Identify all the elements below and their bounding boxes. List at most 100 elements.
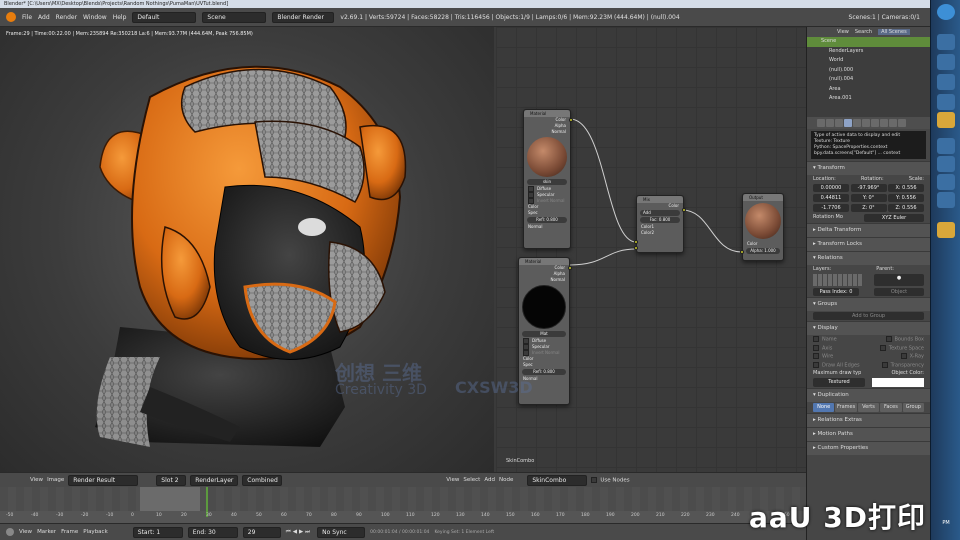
node-node-menu[interactable]: Node [499, 477, 513, 483]
output-node[interactable]: Output Color Alpha: 1.000 [740, 193, 784, 261]
playback-marker-menu[interactable]: Marker [37, 529, 56, 535]
sync-dropdown[interactable]: No Sync [317, 526, 366, 538]
image-menu[interactable]: Image [47, 477, 64, 483]
rotation-x-field[interactable]: -97.969° [850, 184, 887, 192]
image-view-menu[interactable]: View [30, 477, 43, 483]
playback-view-menu[interactable]: View [19, 529, 32, 535]
app-icon[interactable] [937, 192, 955, 208]
delta-transform-panel[interactable]: ▸ Delta Transform [807, 223, 930, 237]
layer-buttons[interactable] [813, 274, 863, 286]
render-tab-icon[interactable] [817, 119, 825, 127]
dupli-frames-button[interactable]: Frames [835, 403, 857, 412]
pass-dropdown[interactable]: Combined [242, 474, 283, 486]
menu-file[interactable]: File [22, 14, 32, 21]
clock-icon[interactable] [6, 528, 14, 536]
alpha-field[interactable]: Alpha: 1.000 [746, 248, 780, 254]
location-z-field[interactable]: -1.7706 [813, 204, 849, 212]
check-wire[interactable]: Wire [813, 353, 833, 360]
check-texture-space[interactable]: Texture Space [879, 344, 924, 351]
outliner-item-null004[interactable]: (null).004 [807, 75, 930, 85]
rotation-z-field[interactable]: Z: 0° [850, 204, 887, 212]
material-tab-icon[interactable] [880, 119, 888, 127]
rotation-y-field[interactable]: Y: 0° [850, 194, 887, 202]
layout-dropdown[interactable]: Default [132, 11, 197, 23]
dupli-faces-button[interactable]: Faces [880, 403, 902, 412]
output-socket[interactable] [568, 266, 572, 270]
fac-field[interactable]: Fac: 0.800 [640, 217, 680, 223]
mix-mode-dropdown[interactable]: Add [640, 210, 680, 216]
output-socket[interactable] [569, 118, 573, 122]
render-engine-dropdown[interactable]: Blender Render [272, 11, 335, 23]
modifiers-tab-icon[interactable] [862, 119, 870, 127]
parent-field[interactable]: ● [874, 274, 924, 286]
particles-tab-icon[interactable] [898, 119, 906, 127]
refl-field[interactable]: Refl: 0.800 [522, 369, 566, 375]
transform-panel-header[interactable]: ▾ Transform [807, 161, 930, 175]
location-x-field[interactable]: 0.00000 [813, 184, 849, 192]
scene-dropdown[interactable]: Scene [202, 11, 267, 23]
material-node-1[interactable]: Material Color Alpha Normal skin Diffuse… [523, 109, 573, 249]
render-result-dropdown[interactable]: Render Result [68, 474, 139, 486]
pass-index-field[interactable]: Pass Index: 0 [813, 288, 859, 296]
outliner-item-area001[interactable]: Area.001 [807, 94, 930, 104]
object-tab-icon[interactable] [844, 119, 852, 127]
blender-taskbar-icon[interactable] [937, 112, 955, 128]
scale-z-field[interactable]: Z: 0.556 [888, 204, 924, 212]
renderlayer-dropdown[interactable]: RenderLayer [190, 474, 239, 486]
scene-tab-icon[interactable] [826, 119, 834, 127]
node-select-menu[interactable]: Select [463, 477, 480, 483]
end-frame-field[interactable]: End: 30 [187, 526, 238, 538]
scale-x-field[interactable]: X: 0.556 [888, 184, 924, 192]
explorer-icon[interactable] [937, 34, 955, 50]
transport-controls[interactable]: ⏮◀▶⏭ [286, 529, 312, 536]
menu-add[interactable]: Add [38, 14, 50, 21]
current-frame-field[interactable]: 29 [242, 526, 281, 538]
constraints-tab-icon[interactable] [853, 119, 861, 127]
app-icon[interactable] [937, 222, 955, 238]
custom-properties-panel[interactable]: ▸ Custom Properties [807, 441, 930, 455]
node-view-menu[interactable]: View [446, 477, 459, 483]
dupli-verts-button[interactable]: Verts [857, 403, 880, 412]
menu-render[interactable]: Render [56, 14, 77, 21]
check-axis[interactable]: Axis [813, 344, 832, 351]
groups-panel-header[interactable]: ▾ Groups [807, 297, 930, 311]
blender-logo-icon[interactable] [6, 12, 16, 22]
taskbar-clock[interactable]: PM [931, 520, 960, 526]
app-icon[interactable] [937, 156, 955, 172]
outliner-item-null000[interactable]: (null).000 [807, 66, 930, 76]
mix-node[interactable]: Mix Color Add Fac: 0.800 Color1 Color2 [634, 195, 686, 253]
material-name-field[interactable]: Mat [522, 331, 566, 337]
input-socket[interactable] [740, 250, 744, 254]
ie-icon[interactable] [937, 54, 955, 70]
parent-type-dropdown[interactable]: Object [874, 288, 924, 296]
start-frame-field[interactable]: Start: 1 [132, 526, 183, 538]
object-color-swatch[interactable] [872, 378, 924, 387]
outliner-search-menu[interactable]: Search [855, 29, 872, 35]
motion-paths-panel[interactable]: ▸ Motion Paths [807, 427, 930, 441]
outliner[interactable]: View Search All Scenes Scene RenderLayer… [806, 27, 930, 117]
outliner-item-renderlayers[interactable]: RenderLayers [807, 47, 930, 57]
world-tab-icon[interactable] [835, 119, 843, 127]
properties-editor[interactable]: Type of active data to display and edit … [806, 117, 930, 540]
check-xray[interactable]: X-Ray [900, 353, 924, 360]
texture-tab-icon[interactable] [889, 119, 897, 127]
check-name[interactable]: Name [813, 336, 837, 343]
playback-playback-menu[interactable]: Playback [83, 529, 108, 535]
input-socket[interactable] [634, 240, 638, 244]
outliner-item-area[interactable]: Area [807, 85, 930, 95]
dupli-group-button[interactable]: Group [902, 403, 925, 412]
relations-panel-header[interactable]: ▾ Relations [807, 251, 930, 265]
playback-frame-menu[interactable]: Frame [61, 529, 78, 535]
check-transparency[interactable]: Transparency [881, 361, 924, 368]
chrome-icon[interactable] [937, 94, 955, 110]
rotation-mode-dropdown[interactable]: XYZ Euler [864, 214, 924, 222]
app-icon[interactable] [937, 174, 955, 190]
menu-window[interactable]: Window [83, 14, 107, 21]
check-draw-all-edges[interactable]: Draw All Edges [813, 361, 860, 368]
outliner-display-mode[interactable]: All Scenes [878, 29, 910, 35]
max-draw-type-dropdown[interactable]: Textured [813, 378, 865, 387]
location-y-field[interactable]: 0.44811 [813, 194, 849, 202]
refl-field[interactable]: Refl: 0.800 [527, 217, 567, 223]
timeline[interactable]: -50 -40 -30 -20 -10 0 10 20 30 40 50 60 70 80 90 100 110… [0, 487, 806, 523]
outliner-view-menu[interactable]: View [837, 29, 849, 35]
